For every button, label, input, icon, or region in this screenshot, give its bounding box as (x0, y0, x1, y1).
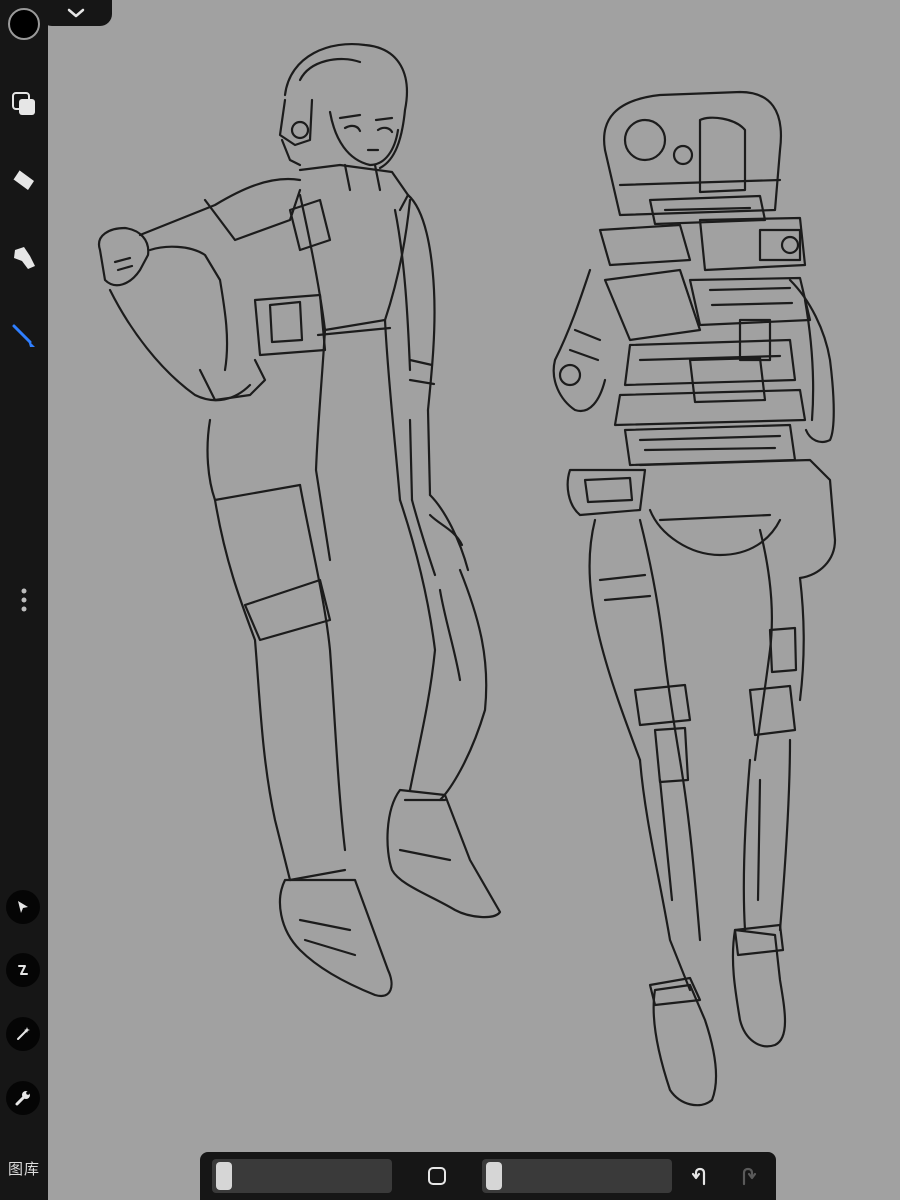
brush-icon (12, 324, 35, 347)
sketch-artwork (97, 43, 837, 1107)
opacity-slider-thumb[interactable] (486, 1162, 502, 1190)
brush-button[interactable] (4, 316, 44, 356)
actions-button[interactable] (6, 1081, 40, 1115)
wrench-icon (15, 1091, 30, 1106)
transform-button[interactable] (6, 953, 40, 987)
chevron-down-icon (67, 8, 85, 18)
bottom-toolbar (200, 1152, 776, 1200)
layers-icon (12, 92, 35, 115)
magic-wand-icon (17, 1027, 30, 1040)
brush-size-slider-thumb[interactable] (216, 1162, 232, 1190)
collapse-toolbar-button[interactable] (40, 0, 112, 26)
smudge-icon (14, 247, 35, 269)
redo-icon (742, 1167, 757, 1186)
vertical-dots-icon (21, 588, 27, 612)
modify-button[interactable] (422, 1161, 452, 1191)
tool-sidebar: 图库 (0, 0, 48, 1200)
selection-arrow-icon (18, 901, 28, 913)
smudge-button[interactable] (4, 238, 44, 278)
transform-icon (18, 965, 28, 975)
undo-icon (691, 1167, 706, 1186)
redo-button[interactable] (732, 1161, 762, 1191)
eraser-icon (12, 169, 34, 190)
adjustments-button[interactable] (6, 1017, 40, 1051)
layers-button[interactable] (4, 84, 44, 124)
more-options-button[interactable] (4, 580, 44, 620)
eraser-button[interactable] (4, 160, 44, 200)
opacity-slider[interactable] (482, 1159, 672, 1193)
gallery-button[interactable]: 图库 (4, 1158, 44, 1179)
brush-size-slider[interactable] (212, 1159, 392, 1193)
undo-button[interactable] (686, 1161, 716, 1191)
figure-girl-sketch (97, 43, 502, 998)
drawing-canvas[interactable] (48, 0, 900, 1200)
square-modify-icon (428, 1167, 446, 1185)
color-swatch-button[interactable] (8, 8, 40, 40)
selection-button[interactable] (6, 890, 40, 924)
figure-robot-sketch (552, 90, 837, 1107)
